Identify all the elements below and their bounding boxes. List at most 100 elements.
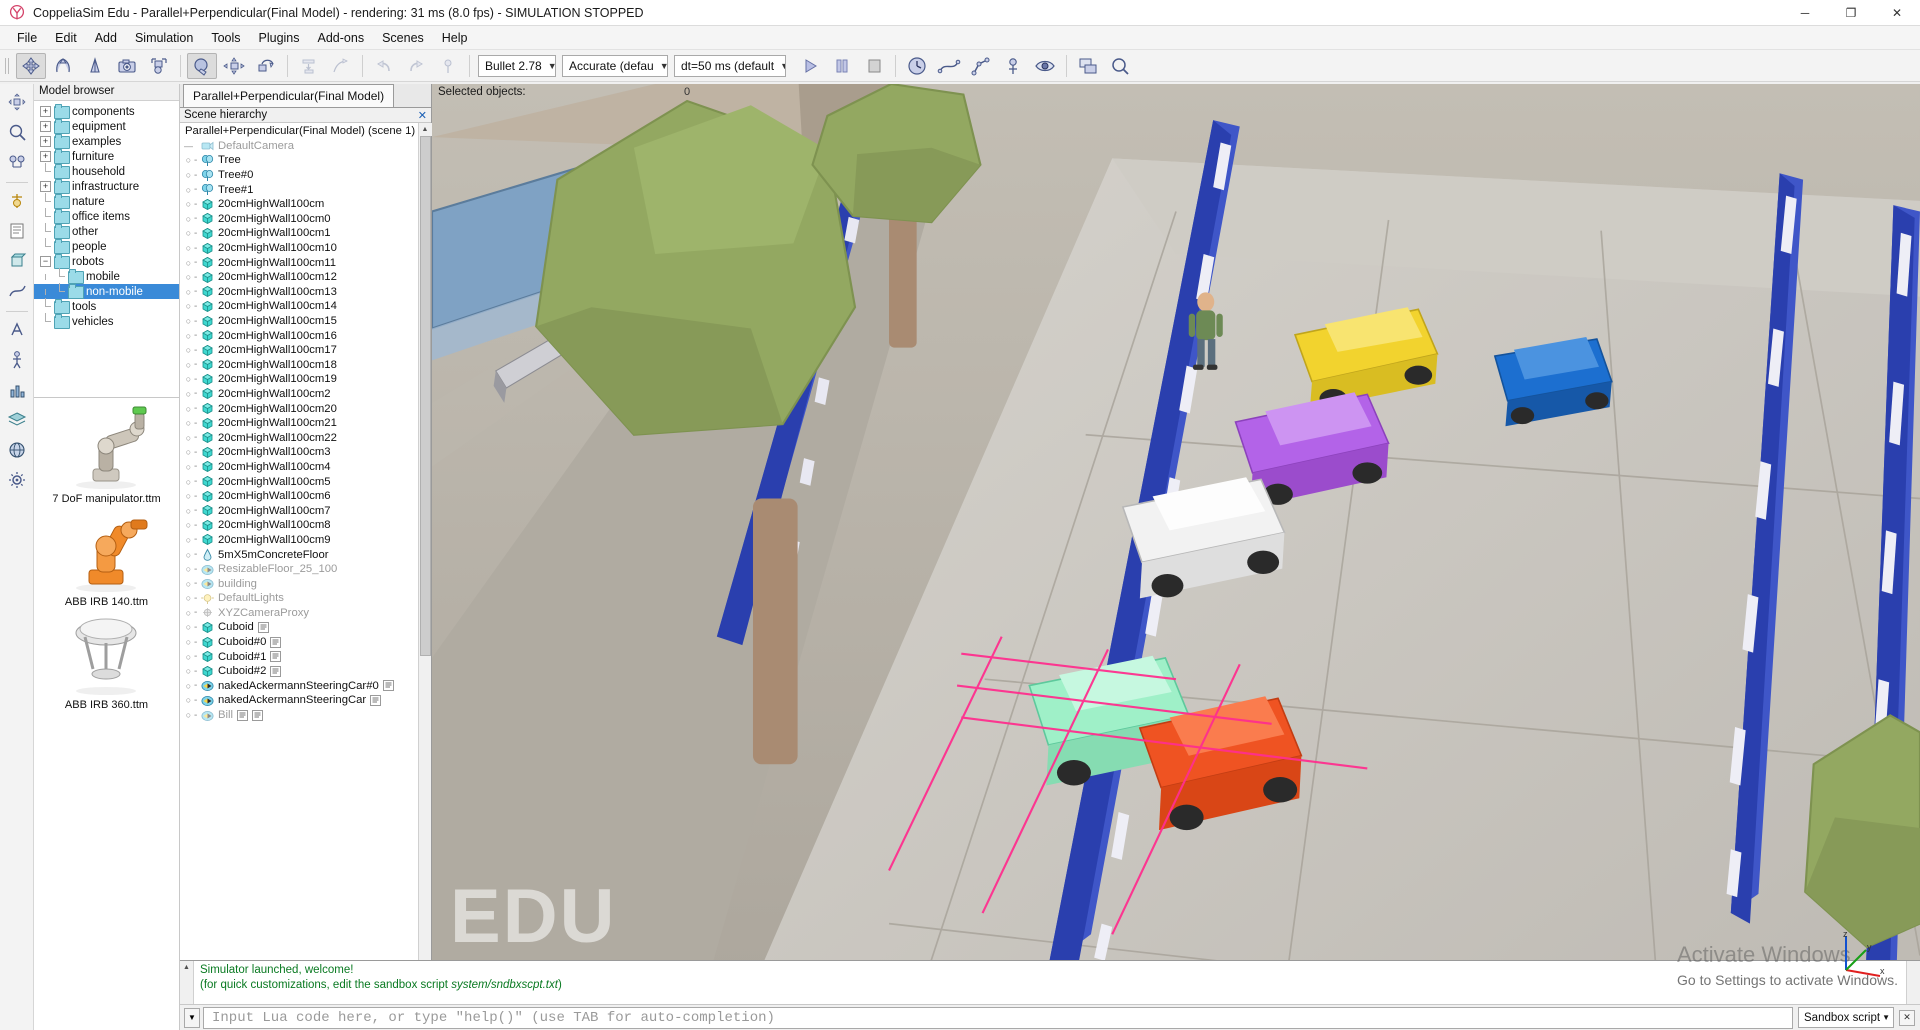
accuracy-combo[interactable]: Accurate (defau ▼ — [562, 54, 668, 77]
hierarchy-item-XYZCameraProxy[interactable]: ○ - XYZCameraProxy — [180, 606, 418, 621]
script-badge-icon[interactable] — [252, 709, 264, 721]
hierarchy-item-20cmHighWall100cm20[interactable]: ○ -20cmHighWall100cm20 — [180, 401, 418, 416]
hierarchy-expand-dot[interactable]: ○ — [183, 243, 194, 253]
object-rotate-tool-icon[interactable] — [251, 53, 281, 79]
menu-edit[interactable]: Edit — [46, 28, 86, 48]
browser-tree-item-infrastructure[interactable]: + infrastructure — [34, 179, 179, 194]
hierarchy-item-ResizableFloor_25_100[interactable]: ○ - ResizableFloor_25_100 — [180, 562, 418, 577]
hierarchy-expand-dot[interactable]: ○ — [183, 331, 194, 341]
ik-button[interactable] — [966, 53, 996, 79]
hierarchy-item-Bill[interactable]: ○ - Bill — [180, 708, 418, 723]
object-shift-icon[interactable] — [16, 52, 46, 79]
hierarchy-expand-dot[interactable]: ○ — [183, 258, 194, 268]
hierarchy-item-20cmHighWall100cm12[interactable]: ○ -20cmHighWall100cm12 — [180, 270, 418, 285]
timestep-combo[interactable]: dt=50 ms (default ▼ — [674, 54, 786, 77]
hierarchy-expand-dot[interactable]: ○ — [183, 214, 194, 224]
redo-icon[interactable] — [401, 53, 431, 79]
hierarchy-expand-dot[interactable]: ○ — [183, 404, 194, 414]
hierarchy-expand-dot[interactable]: ○ — [183, 418, 194, 428]
browser-tree-item-equipment[interactable]: + equipment — [34, 119, 179, 134]
hierarchy-item-20cmHighWall100cm7[interactable]: ○ -20cmHighWall100cm7 — [180, 503, 418, 518]
browser-tree-item-non-mobile[interactable]: non-mobile — [34, 283, 179, 299]
hierarchy-item-Tree[interactable]: ○ - Tree — [180, 153, 418, 168]
history-dropdown-icon[interactable]: ▼ — [184, 1007, 200, 1028]
collapse-icon[interactable]: − — [40, 256, 51, 267]
hierarchy-expand-dot[interactable]: ○ — [183, 520, 194, 530]
lua-code-input[interactable]: Input Lua code here, or type "help()" (u… — [203, 1006, 1793, 1029]
hierarchy-item-20cmHighWall100cm19[interactable]: ○ -20cmHighWall100cm19 — [180, 372, 418, 387]
input-close-icon[interactable]: ✕ — [1899, 1009, 1915, 1026]
hierarchy-expand-dot[interactable]: — — [183, 141, 194, 151]
browser-tree-item-robots[interactable]: − robots — [34, 254, 179, 269]
hierarchy-item-20cmHighWall100cm6[interactable]: ○ -20cmHighWall100cm6 — [180, 489, 418, 504]
path-edit-button[interactable] — [934, 53, 964, 79]
stop-simulation-button[interactable] — [859, 53, 889, 79]
menu-simulation[interactable]: Simulation — [126, 28, 202, 48]
hierarchy-expand-dot[interactable]: ○ — [183, 301, 194, 311]
page-selector-icon[interactable] — [187, 52, 217, 79]
hierarchy-scrollbar[interactable]: ▲ — [418, 123, 432, 1030]
hierarchy-expand-dot[interactable]: ○ — [183, 622, 194, 632]
calculation-modules-icon[interactable] — [3, 118, 31, 146]
hierarchy-item-Tree-1[interactable]: ○ - Tree#1 — [180, 182, 418, 197]
browser-tree-item-other[interactable]: other — [34, 223, 179, 239]
hierarchy-expand-dot[interactable]: ○ — [183, 345, 194, 355]
close-icon[interactable]: ✕ — [414, 109, 431, 122]
hierarchy-item-Cuboid-1[interactable]: ○ - Cuboid#1 — [180, 649, 418, 664]
hierarchy-expand-dot[interactable]: ○ — [183, 433, 194, 443]
scene-tab[interactable]: Parallel+Perpendicular(Final Model) — [183, 84, 395, 107]
hierarchy-item-20cmHighWall100cm21[interactable]: ○ -20cmHighWall100cm21 — [180, 416, 418, 431]
hierarchy-expand-dot[interactable]: ○ — [183, 360, 194, 370]
settings-gear-icon[interactable] — [3, 466, 31, 494]
hierarchy-expand-dot[interactable]: ○ — [183, 477, 194, 487]
hierarchy-expand-dot[interactable]: ○ — [183, 681, 194, 691]
hierarchy-item-building[interactable]: ○ - building — [180, 576, 418, 591]
hierarchy-expand-dot[interactable]: ○ — [183, 185, 194, 195]
menu-add[interactable]: Add — [86, 28, 126, 48]
hierarchy-expand-dot[interactable]: ○ — [183, 579, 194, 589]
hierarchy-expand-dot[interactable]: ○ — [183, 564, 194, 574]
browser-tree-item-furniture[interactable]: + furniture — [34, 149, 179, 164]
script-badge-icon[interactable] — [382, 680, 394, 692]
scrollbar-thumb[interactable] — [419, 136, 431, 656]
hierarchy-item-Cuboid-2[interactable]: ○ - Cuboid#2 — [180, 664, 418, 679]
hierarchy-item-20cmHighWall100cm2[interactable]: ○ -20cmHighWall100cm2 — [180, 387, 418, 402]
browser-tree-item-components[interactable]: + components — [34, 104, 179, 119]
expand-icon[interactable]: + — [40, 121, 51, 132]
browser-tree-item-nature[interactable]: nature — [34, 193, 179, 209]
hierarchy-item-20cmHighWall100cm0[interactable]: ○ -20cmHighWall100cm0 — [180, 212, 418, 227]
hierarchy-expand-dot[interactable]: ○ — [183, 652, 194, 662]
text-tool-icon[interactable] — [3, 316, 31, 344]
object-assemble-icon[interactable] — [144, 53, 174, 79]
browser-tree-item-tools[interactable]: tools — [34, 298, 179, 314]
menu-file[interactable]: File — [8, 28, 46, 48]
hierarchy-expand-dot[interactable]: ○ — [183, 535, 194, 545]
hierarchy-expand-dot[interactable]: ○ — [183, 272, 194, 282]
graph-icon[interactable] — [3, 376, 31, 404]
hierarchy-item-20cmHighWall100cm8[interactable]: ○ -20cmHighWall100cm8 — [180, 518, 418, 533]
scene-object-properties-icon[interactable] — [3, 88, 31, 116]
hierarchy-item-20cmHighWall100cm11[interactable]: ○ -20cmHighWall100cm11 — [180, 255, 418, 270]
hierarchy-expand-dot[interactable]: ○ — [183, 228, 194, 238]
hierarchy-item-DefaultCamera[interactable]: — DefaultCamera — [180, 139, 418, 154]
browser-tree-item-vehicles[interactable]: vehicles — [34, 313, 179, 329]
physics-engine-combo[interactable]: Bullet 2.78 ▼ — [478, 54, 556, 77]
hierarchy-item-20cmHighWall100cm3[interactable]: ○ -20cmHighWall100cm3 — [180, 445, 418, 460]
object-clipping-icon[interactable] — [80, 53, 110, 79]
scene-view[interactable]: Selected objects: 0 EDU Activate Windows… — [432, 84, 1920, 1030]
menu-addons[interactable]: Add-ons — [309, 28, 374, 48]
shape-edit-icon[interactable] — [3, 247, 31, 275]
layers-stack-icon[interactable] — [3, 406, 31, 434]
hierarchy-expand-dot[interactable]: ○ — [183, 199, 194, 209]
hierarchy-item-20cmHighWall100cm4[interactable]: ○ -20cmHighWall100cm4 — [180, 460, 418, 475]
hierarchy-item-20cmHighWall100cm17[interactable]: ○ -20cmHighWall100cm17 — [180, 343, 418, 358]
layers-button[interactable] — [1073, 53, 1103, 79]
script-badge-icon[interactable] — [370, 694, 382, 706]
expand-icon[interactable]: + — [40, 136, 51, 147]
script-badge-icon[interactable] — [237, 709, 249, 721]
model-card-irb140[interactable]: ABB IRB 140.ttm — [34, 507, 179, 608]
scroll-up-icon[interactable]: ▲ — [418, 123, 432, 136]
model-card-manipulator[interactable]: 7 DoF manipulator.ttm — [34, 404, 179, 505]
hierarchy-expand-dot[interactable]: ○ — [183, 550, 194, 560]
maximize-button[interactable]: ❐ — [1828, 0, 1874, 26]
